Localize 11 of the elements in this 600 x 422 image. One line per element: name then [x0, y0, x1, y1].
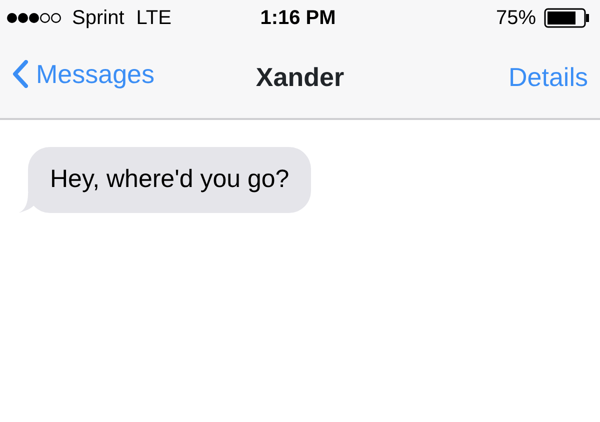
- carrier-name: Sprint: [72, 6, 124, 31]
- network-type: LTE: [136, 6, 172, 31]
- details-link[interactable]: Details: [508, 62, 588, 92]
- battery-percent: 75%: [496, 6, 536, 31]
- signal-icon: [6, 12, 64, 24]
- conversation-title: Xander: [256, 60, 344, 94]
- message-bubble: Hey, where'd you go?: [28, 147, 312, 212]
- back-chevron-icon: [12, 60, 28, 88]
- back-button[interactable]: Messages: [12, 54, 154, 94]
- clock-time: 1:16 PM: [260, 6, 336, 31]
- battery-icon: [544, 8, 590, 28]
